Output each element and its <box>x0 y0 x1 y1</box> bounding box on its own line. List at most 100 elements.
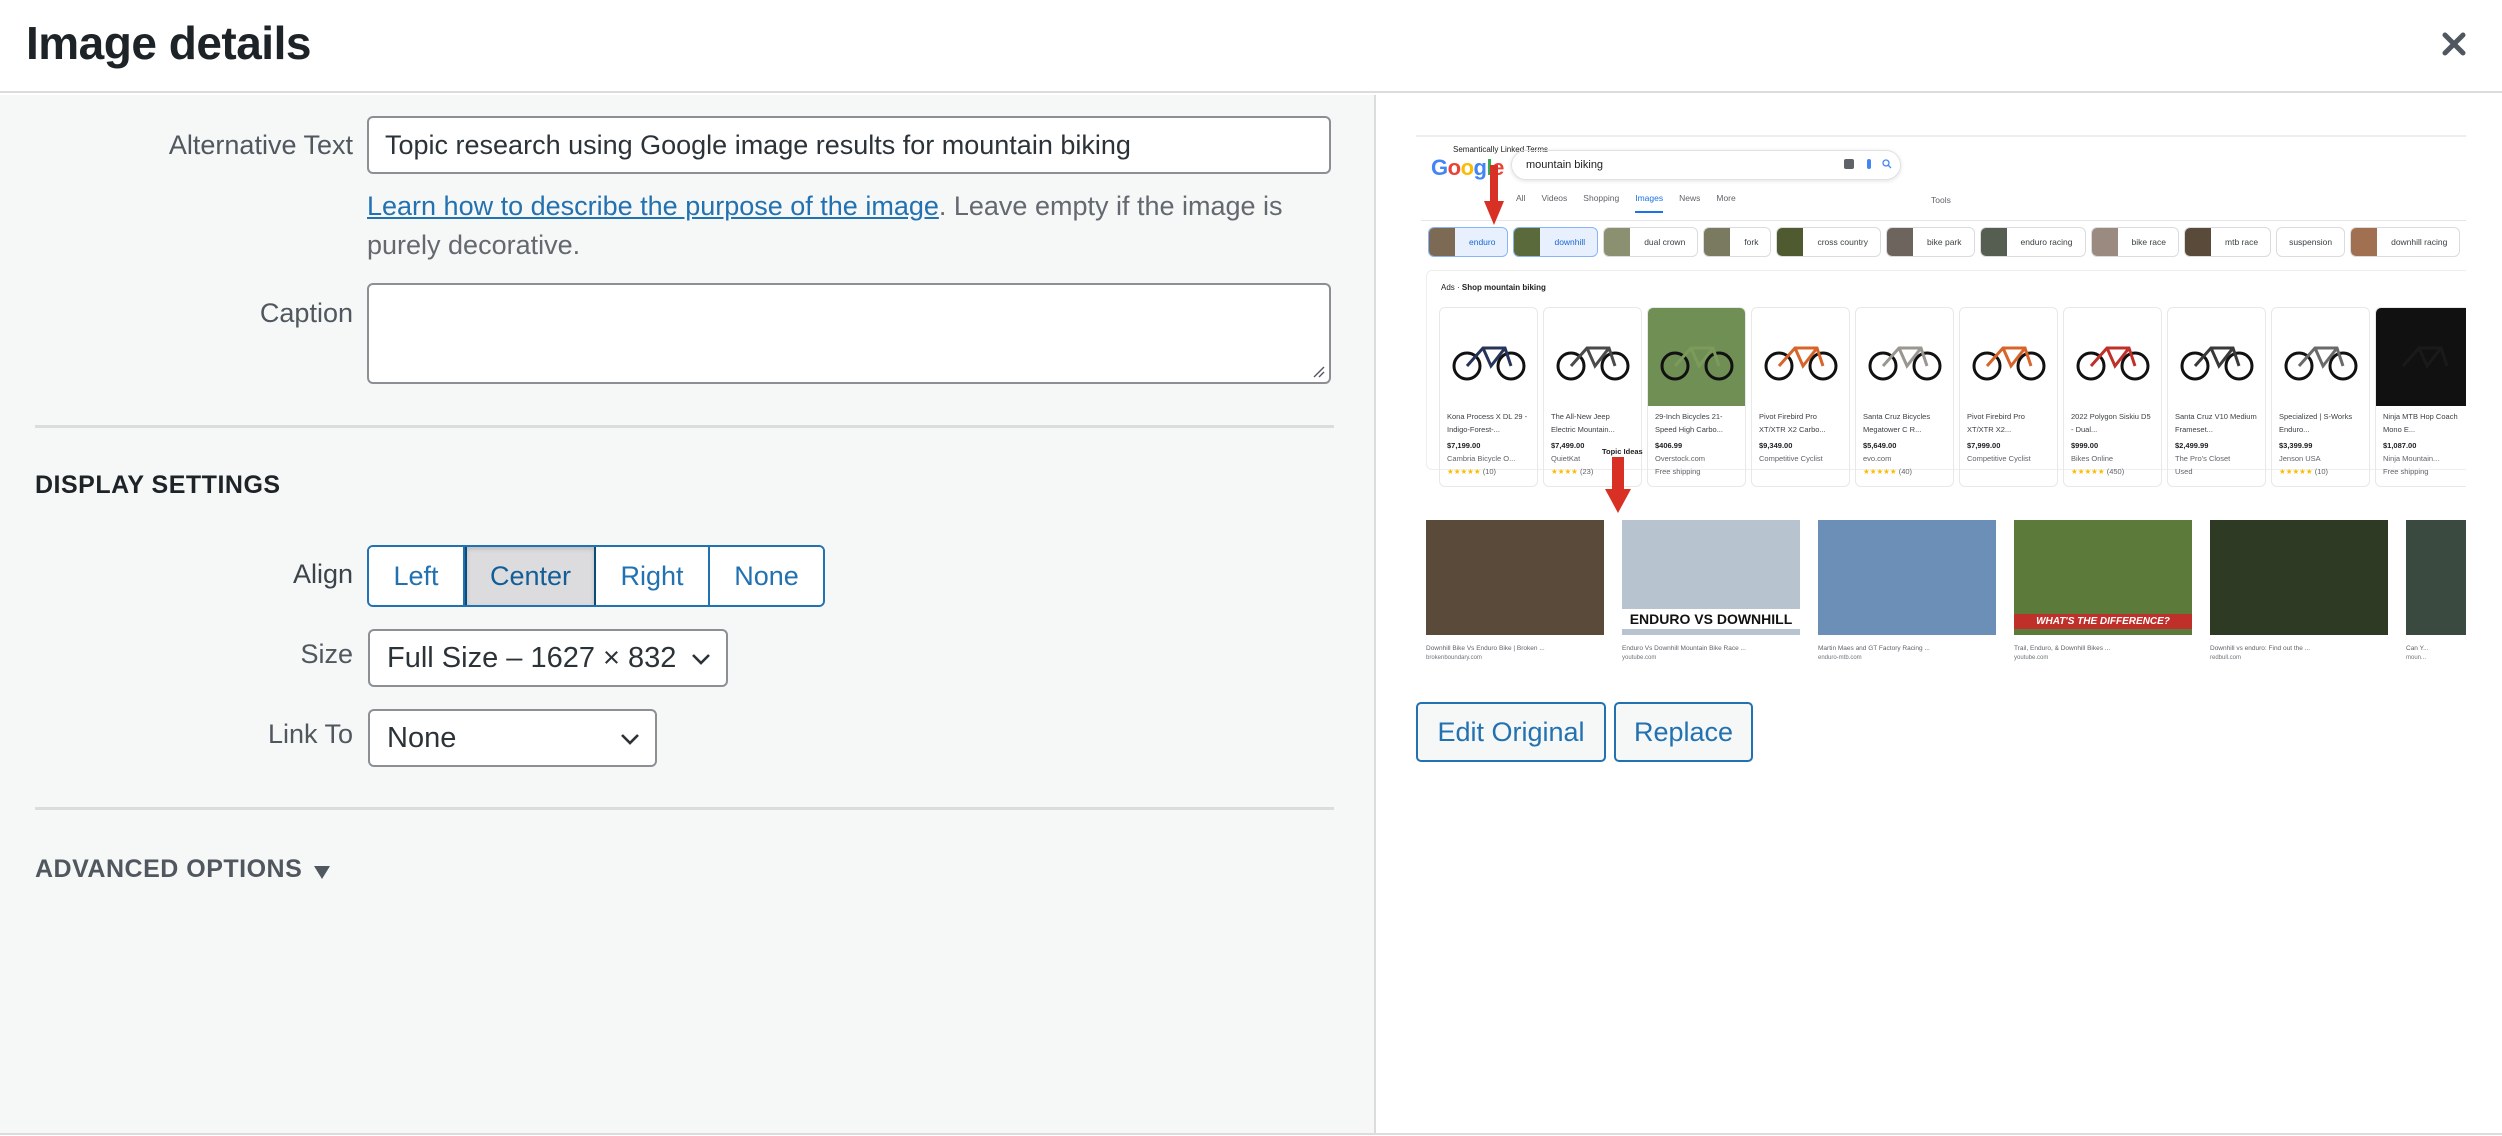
preview-tab: Shopping <box>1583 193 1620 203</box>
product-card: Pivot Firebird Pro XT/XTR X2... $7,999.00… <box>1959 307 2058 487</box>
align-none-button[interactable]: None <box>710 547 823 605</box>
link-to-label: Link To <box>267 719 353 749</box>
image-result: Downhill Bike Vs Enduro Bike | Broken ..… <box>1426 520 1604 661</box>
size-select[interactable]: Full Size – 1627 × 832 <box>368 629 728 687</box>
product-rating: ★★★★★ (40) <box>1863 467 1913 476</box>
align-center-button[interactable]: Center <box>465 547 596 605</box>
preview-tab: More <box>1716 193 1736 203</box>
product-price: $1,087.00 <box>2383 441 2417 450</box>
preview-border <box>1416 135 2466 137</box>
red-arrow-icon <box>1484 165 1504 225</box>
edit-original-button[interactable]: Edit Original <box>1416 702 1606 762</box>
image-result-thumbnail: WHAT'S THE DIFFERENCE? <box>2014 520 2192 635</box>
advanced-options-toggle[interactable]: ADVANCED OPTIONS <box>35 855 331 884</box>
preview-tab: Videos <box>1541 193 1568 203</box>
product-name: Ninja MTB Hop Coach Mono E... <box>2383 412 2458 434</box>
image-result: Downhill vs enduro: Find out the ... redb… <box>2210 520 2388 661</box>
chip: dual crown <box>1603 227 1699 257</box>
caret-down-icon <box>314 866 331 879</box>
product-name: 29-Inch Bicycles 21-Speed High Carbo... <box>1655 412 1723 434</box>
chip: downhill <box>1513 227 1599 257</box>
image-preview: Semantically Linked Terms Google mountai… <box>1416 135 2466 670</box>
product-store: Competitive Cyclist <box>1967 454 2031 463</box>
size-select-value: Full Size – 1627 × 832 <box>387 641 677 674</box>
product-store: evo.com <box>1863 454 1892 463</box>
align-button-group: Left Center Right None <box>367 545 825 607</box>
preview-chips: enduro downhill dual crown fork cross co… <box>1428 227 2461 257</box>
product-store: Jenson USA <box>2279 454 2321 463</box>
product-image <box>1752 308 1849 406</box>
chip: cross country <box>1776 227 1882 257</box>
link-to-select-value: None <box>387 721 457 754</box>
image-result-source: redbull.com <box>2210 655 2242 661</box>
product-image <box>1960 308 2057 406</box>
image-result-title: Downhill Bike Vs Enduro Bike | Broken ..… <box>1426 645 1545 652</box>
product-name: 2022 Polygon Siskiu D5 - Dual... <box>2071 412 2151 434</box>
chip: mtb race <box>2184 227 2272 257</box>
image-result-title: Martin Maes and GT Factory Racing ... <box>1818 645 1930 652</box>
preview-ads-box: Ads · Shop mountain biking Kona Process … <box>1426 270 2466 487</box>
chip: enduro <box>1428 227 1509 257</box>
image-result-thumbnail <box>1818 520 1996 635</box>
red-arrow-icon <box>1605 457 1631 513</box>
alt-text-input[interactable] <box>367 116 1331 174</box>
alt-text-label: Alternative Text <box>168 130 353 160</box>
modal-header: Image details <box>0 0 2502 93</box>
caption-label: Caption <box>259 298 353 328</box>
ads-title: Ads · Shop mountain biking <box>1441 283 1546 292</box>
annotation-topic-ideas: Topic Ideas <box>1602 447 1643 456</box>
product-name: Pivot Firebird Pro XT/XTR X2 Carbo... <box>1759 412 1826 434</box>
image-result: ENDURO VS DOWNHILL Enduro Vs Downhill Mou… <box>1622 520 1800 661</box>
preview-tools: Tools <box>1931 195 1951 205</box>
product-card: 2022 Polygon Siskiu D5 - Dual... $999.00 B… <box>2063 307 2162 487</box>
image-preview-panel: Semantically Linked Terms Google mountai… <box>1376 95 2502 1135</box>
thumbnail-overlay-text: WHAT'S THE DIFFERENCE? <box>2014 614 2192 629</box>
product-name: Pivot Firebird Pro XT/XTR X2... <box>1967 412 2025 434</box>
link-to-select[interactable]: None <box>368 709 657 767</box>
product-image <box>1648 308 1745 406</box>
attachment-settings-panel: Alternative Text Learn how to describe t… <box>0 95 1376 1135</box>
preview-tab: News <box>1679 193 1701 203</box>
chip: downhill racing <box>2350 227 2461 257</box>
caption-textarea[interactable] <box>367 283 1331 384</box>
product-name: Specialized | S-Works Enduro... <box>2279 412 2353 434</box>
product-price: $7,199.00 <box>1447 441 1481 450</box>
product-store: The Pro's Closet <box>2175 454 2231 463</box>
camera-icon <box>1844 159 1854 169</box>
preview-search-query: mountain biking <box>1526 159 1604 171</box>
resize-handle-icon[interactable] <box>1311 364 1325 378</box>
image-results: Downhill Bike Vs Enduro Bike | Broken ..… <box>1426 520 2466 661</box>
preview-tab-active: Images <box>1635 193 1664 213</box>
image-result-thumbnail <box>1426 520 1604 635</box>
section-divider <box>35 807 1334 810</box>
product-image <box>2376 308 2466 406</box>
product-store: Competitive Cyclist <box>1759 454 1823 463</box>
preview-tabs: All Videos Shopping Images News More <box>1516 193 1736 213</box>
product-image <box>2168 308 2265 406</box>
product-extra: Used <box>2175 467 2193 476</box>
close-button[interactable] <box>2432 22 2476 66</box>
display-settings-heading: DISPLAY SETTINGS <box>35 471 281 499</box>
replace-button[interactable]: Replace <box>1614 702 1753 762</box>
product-rating: ★★★★★ (10) <box>2279 467 2329 476</box>
product-price: $9,349.00 <box>1759 441 1793 450</box>
image-result-source: brokenboundary.com <box>1426 655 1482 661</box>
alt-text-help: Learn how to describe the purpose of the… <box>367 187 1331 265</box>
microphone-icon <box>1867 159 1871 169</box>
image-result-thumbnail <box>2210 520 2388 635</box>
chip: bike race <box>2090 227 2179 257</box>
product-extra: Free shipping <box>1655 467 1701 476</box>
image-result: Can Y... moun... <box>2406 520 2466 661</box>
chip: enduro racing <box>1979 227 2086 257</box>
chip: bike park <box>1886 227 1975 257</box>
product-image <box>1856 308 1953 406</box>
size-label: Size <box>300 639 353 669</box>
product-store: Cambria Bicycle O... <box>1447 454 1516 463</box>
product-price: $3,399.99 <box>2279 441 2313 450</box>
section-divider <box>35 425 1334 428</box>
alt-text-help-link[interactable]: Learn how to describe the purpose of the… <box>367 191 939 221</box>
image-result-thumbnail <box>2406 520 2466 635</box>
align-right-button[interactable]: Right <box>596 547 710 605</box>
image-result-title: Can Y... <box>2406 645 2429 652</box>
align-left-button[interactable]: Left <box>369 547 465 605</box>
